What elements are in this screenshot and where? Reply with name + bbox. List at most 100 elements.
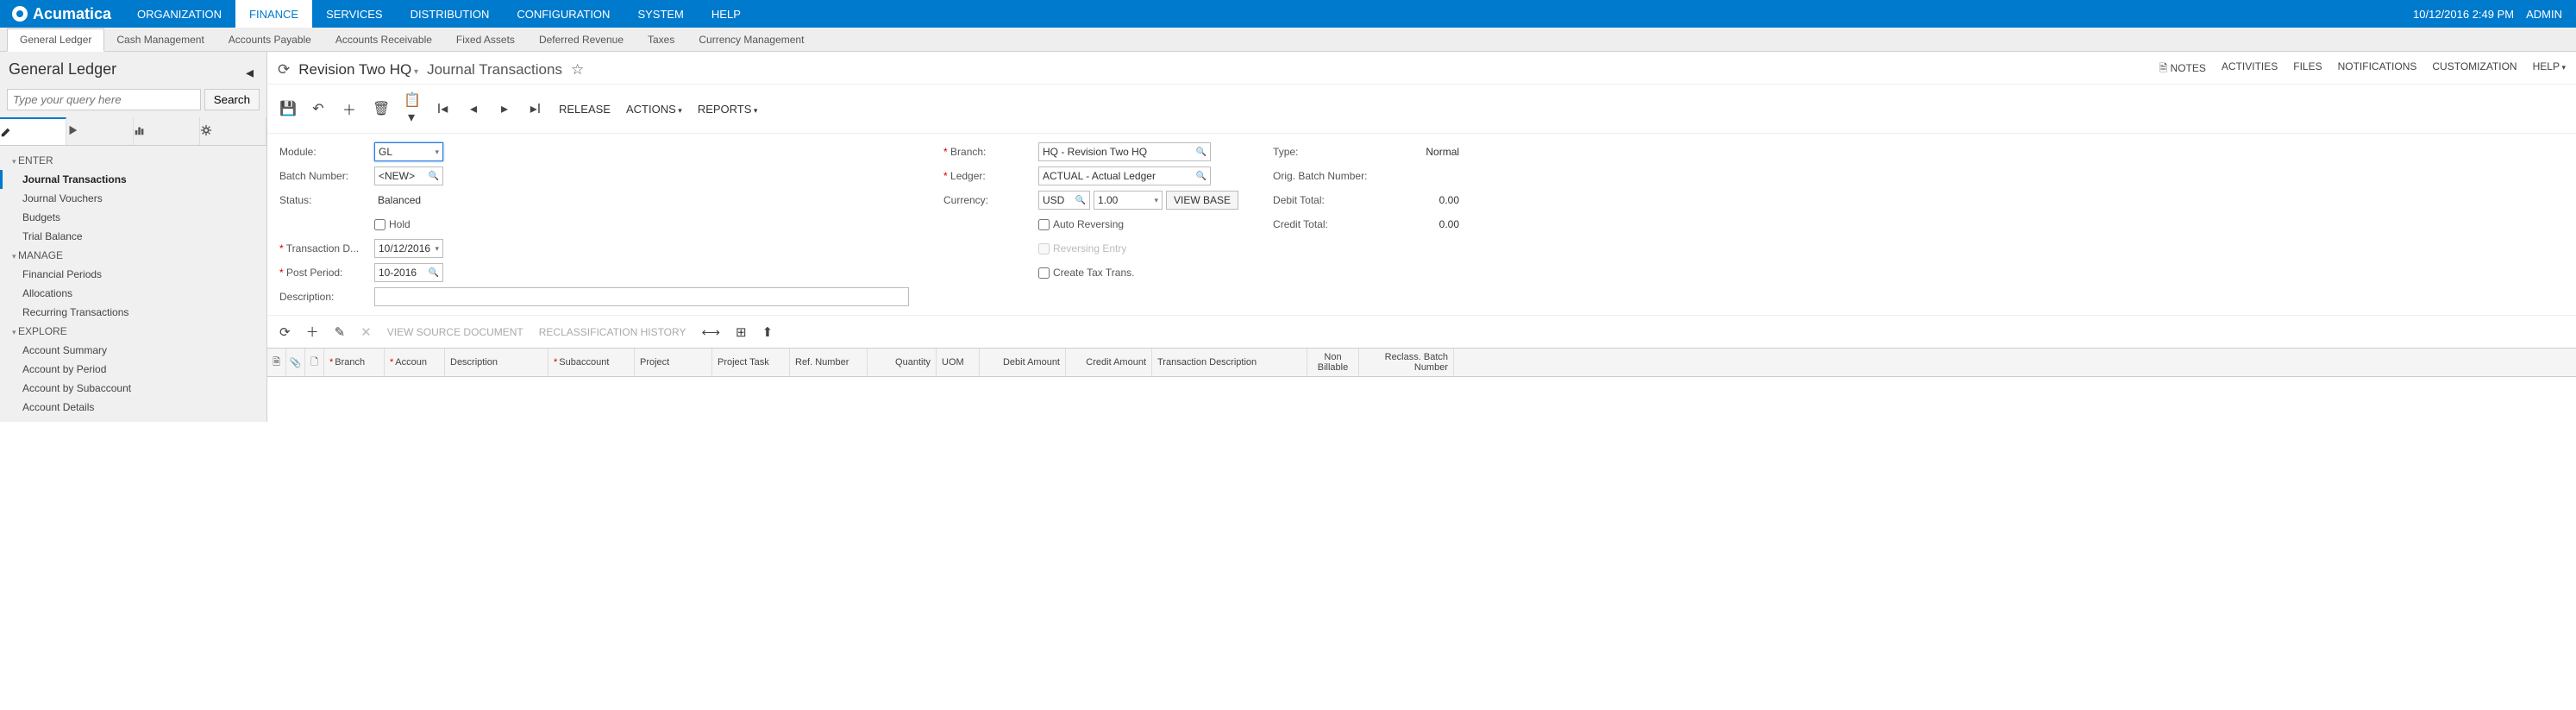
reports-menu[interactable]: REPORTS: [698, 103, 758, 116]
clipboard-icon[interactable]: 📋▾: [404, 91, 419, 126]
subnav-fixed-assets[interactable]: Fixed Assets: [444, 28, 527, 51]
subnav-deferred-revenue[interactable]: Deferred Revenue: [527, 28, 636, 51]
favorite-star-icon[interactable]: ☆: [571, 61, 584, 79]
ledger-field[interactable]: ACTUAL - Actual Ledger: [1038, 167, 1211, 185]
grid-col-account[interactable]: Accoun: [385, 349, 445, 376]
subnav-currency-management[interactable]: Currency Management: [686, 28, 816, 51]
sidebar-tab-play[interactable]: [66, 117, 133, 145]
post-period-field[interactable]: 10-2016: [374, 263, 443, 282]
view-base-button[interactable]: VIEW BASE: [1166, 191, 1238, 210]
topnav-organization[interactable]: ORGANIZATION: [123, 0, 235, 28]
tree-item-trial-balance[interactable]: Trial Balance: [0, 227, 266, 246]
next-icon[interactable]: ▸: [497, 100, 512, 117]
auto-reversing-checkbox[interactable]: Auto Reversing: [1038, 218, 1124, 230]
transaction-date-field[interactable]: 10/12/2016: [374, 239, 443, 258]
branch-field[interactable]: HQ - Revision Two HQ: [1038, 142, 1211, 161]
sidebar-collapse-icon[interactable]: ◂: [246, 64, 258, 76]
save-icon[interactable]: 💾: [279, 100, 295, 117]
tree-item-journal-transactions[interactable]: Journal Transactions: [0, 170, 266, 189]
reclass-history-button[interactable]: RECLASSIFICATION HISTORY: [539, 326, 686, 338]
batch-number-field[interactable]: <NEW>: [374, 167, 443, 185]
grid-col-project-task[interactable]: Project Task: [712, 349, 790, 376]
grid-col-files-icon[interactable]: 📎: [286, 349, 305, 376]
grid-col-branch[interactable]: Branch: [324, 349, 385, 376]
tree-group-explore[interactable]: EXPLORE: [0, 322, 266, 341]
tree-item-allocations[interactable]: Allocations: [0, 284, 266, 303]
tree-group-enter[interactable]: ENTER: [0, 151, 266, 170]
topnav: ORGANIZATION FINANCE SERVICES DISTRIBUTI…: [123, 0, 755, 28]
hold-checkbox[interactable]: Hold: [374, 218, 411, 230]
currency-field[interactable]: USD: [1038, 191, 1090, 210]
sidebar-tab-edit[interactable]: [0, 117, 66, 145]
create-tax-checkbox[interactable]: Create Tax Trans.: [1038, 267, 1135, 279]
fit-columns-icon[interactable]: ⟷: [701, 324, 720, 340]
prev-icon[interactable]: ◂: [466, 100, 481, 117]
tree-group-manage[interactable]: MANAGE: [0, 246, 266, 265]
grid-delete-icon[interactable]: ✕: [360, 324, 372, 340]
grid-col-non-billable[interactable]: Non Billable: [1307, 349, 1359, 376]
grid-col-debit-amount[interactable]: Debit Amount: [980, 349, 1066, 376]
help-button[interactable]: HELP: [2533, 60, 2566, 79]
grid-col-reclass-batch[interactable]: Reclass. Batch Number: [1359, 349, 1454, 376]
user-menu[interactable]: ADMIN: [2526, 8, 2562, 21]
topnav-services[interactable]: SERVICES: [312, 0, 397, 28]
grid-col-project[interactable]: Project: [635, 349, 712, 376]
grid-col-tx-description[interactable]: Transaction Description: [1152, 349, 1307, 376]
subnav-cash-management[interactable]: Cash Management: [104, 28, 216, 51]
rate-field[interactable]: 1.00: [1094, 191, 1163, 210]
tree-item-journal-vouchers[interactable]: Journal Vouchers: [0, 189, 266, 208]
actions-menu[interactable]: ACTIONS: [626, 103, 682, 116]
subnav-taxes[interactable]: Taxes: [636, 28, 686, 51]
notes-button[interactable]: NOTES: [2159, 60, 2206, 79]
topnav-distribution[interactable]: DISTRIBUTION: [397, 0, 504, 28]
subnav-general-ledger[interactable]: General Ledger: [7, 28, 104, 52]
topnav-help[interactable]: HELP: [698, 0, 755, 28]
subnav-accounts-receivable[interactable]: Accounts Receivable: [323, 28, 444, 51]
import-icon[interactable]: ⬆: [762, 324, 774, 340]
grid-edit-icon[interactable]: ✎: [335, 324, 346, 340]
search-button[interactable]: Search: [204, 89, 260, 110]
tree-item-financial-periods[interactable]: Financial Periods: [0, 265, 266, 284]
notifications-button[interactable]: NOTIFICATIONS: [2338, 60, 2417, 79]
tree-item-recurring-transactions[interactable]: Recurring Transactions: [0, 303, 266, 322]
description-field[interactable]: [374, 287, 909, 306]
search-input[interactable]: [7, 89, 201, 110]
grid-col-notes-icon[interactable]: 🗎: [267, 349, 286, 376]
customization-button[interactable]: CUSTOMIZATION: [2432, 60, 2516, 79]
files-button[interactable]: FILES: [2293, 60, 2322, 79]
grid-col-ref-number[interactable]: Ref. Number: [790, 349, 868, 376]
tree-item-account-details[interactable]: Account Details: [0, 398, 266, 417]
add-icon[interactable]: ＋: [342, 98, 357, 119]
activities-button[interactable]: ACTIVITIES: [2222, 60, 2278, 79]
sidebar-tab-settings[interactable]: [200, 117, 266, 145]
grid-col-subaccount[interactable]: Subaccount: [548, 349, 635, 376]
grid-refresh-icon[interactable]: ⟳: [279, 324, 291, 340]
tree-item-account-summary[interactable]: Account Summary: [0, 341, 266, 360]
topnav-configuration[interactable]: CONFIGURATION: [503, 0, 624, 28]
grid-add-icon[interactable]: ＋: [306, 323, 319, 341]
branch-selector[interactable]: Revision Two HQ: [298, 61, 418, 79]
export-excel-icon[interactable]: ⊞: [736, 324, 747, 340]
sidebar-tab-chart[interactable]: [134, 117, 200, 145]
tree-item-account-by-subaccount[interactable]: Account by Subaccount: [0, 379, 266, 398]
view-source-button[interactable]: VIEW SOURCE DOCUMENT: [387, 326, 523, 338]
topnav-finance[interactable]: FINANCE: [235, 0, 312, 28]
subnav-accounts-payable[interactable]: Accounts Payable: [216, 28, 323, 51]
release-button[interactable]: RELEASE: [559, 103, 611, 116]
tree-item-budgets[interactable]: Budgets: [0, 208, 266, 227]
topnav-system[interactable]: SYSTEM: [624, 0, 697, 28]
grid-col-description[interactable]: Description: [445, 349, 548, 376]
refresh-icon[interactable]: ⟳: [278, 61, 290, 79]
last-icon[interactable]: ▸I: [528, 100, 543, 117]
grid-col-credit-amount[interactable]: Credit Amount: [1066, 349, 1152, 376]
grid-col-uom[interactable]: UOM: [937, 349, 980, 376]
delete-icon[interactable]: 🗑: [373, 100, 388, 117]
grid-col-docs-icon[interactable]: 🗋: [305, 349, 324, 376]
topbar: Acumatica ORGANIZATION FINANCE SERVICES …: [0, 0, 2576, 28]
module-field[interactable]: GL: [374, 142, 443, 161]
tree-item-account-by-period[interactable]: Account by Period: [0, 360, 266, 379]
first-icon[interactable]: I◂: [435, 100, 450, 117]
brand-logo[interactable]: Acumatica: [0, 5, 123, 23]
undo-icon[interactable]: ↶: [310, 100, 326, 117]
grid-col-quantity[interactable]: Quantity: [868, 349, 937, 376]
